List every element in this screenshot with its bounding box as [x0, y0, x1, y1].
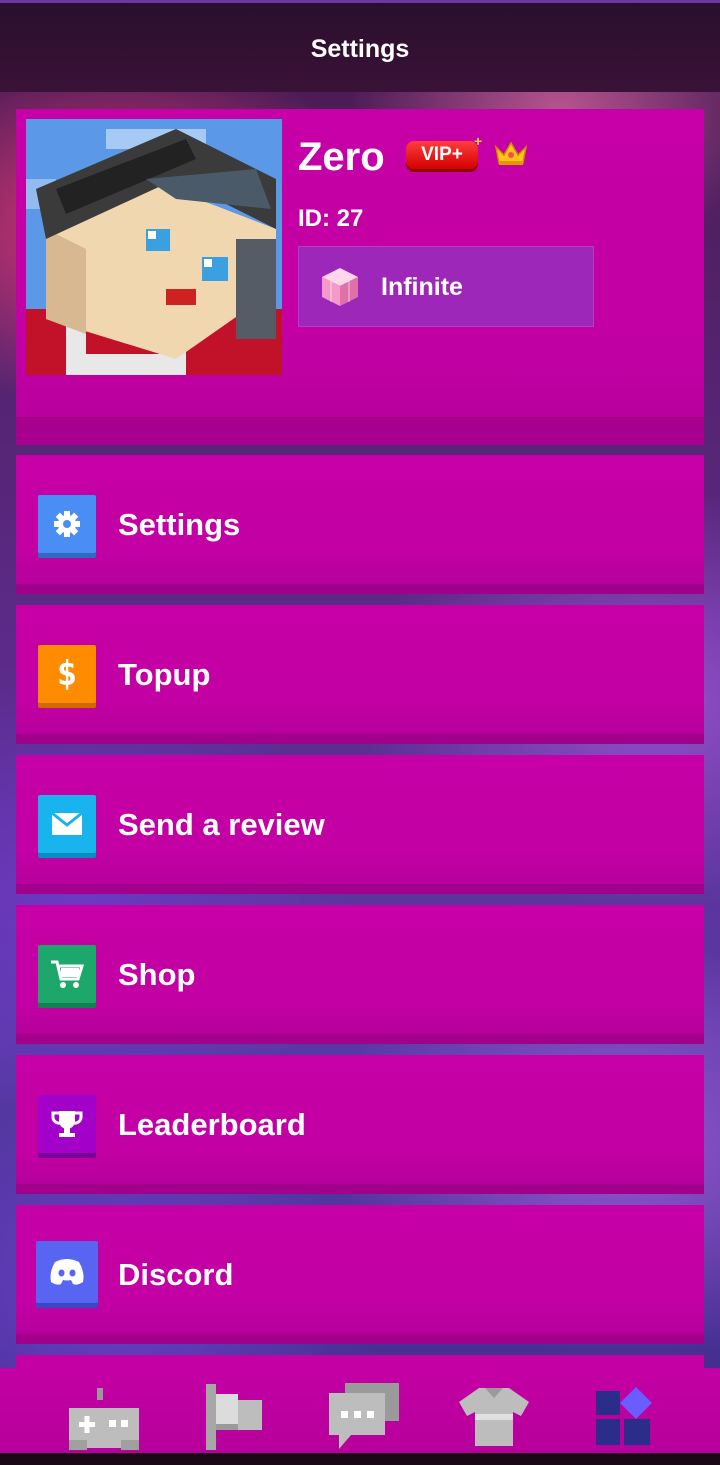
- top-bar: Settings: [0, 0, 720, 92]
- menu-item-label: Shop: [118, 957, 196, 992]
- menu-item-settings[interactable]: Settings: [16, 455, 704, 594]
- user-id: ID: 27: [298, 205, 364, 232]
- gamepad-icon: [69, 1387, 139, 1450]
- menu-item-label: Discord: [118, 1257, 234, 1292]
- vip-plus-star: +: [474, 133, 483, 149]
- trophy-icon: [38, 1095, 96, 1153]
- nav-tab-flag[interactable]: [162, 1368, 306, 1465]
- mail-icon: [38, 795, 96, 853]
- bottom-nav: [0, 1368, 720, 1465]
- currency-label: Infinite: [381, 273, 463, 301]
- menu-item-topup[interactable]: $ Topup: [16, 605, 704, 744]
- nav-tab-games[interactable]: [32, 1368, 176, 1465]
- dollar-icon: $: [38, 645, 96, 703]
- blocks-icon: [596, 1386, 652, 1445]
- username: Zero: [298, 135, 385, 179]
- nav-tab-outfit[interactable]: [422, 1368, 566, 1465]
- menu-item-label: Topup: [118, 657, 211, 692]
- flag-icon: [206, 1383, 262, 1450]
- menu-item-discord[interactable]: Discord: [16, 1205, 704, 1344]
- menu-item-send-review[interactable]: Send a review: [16, 755, 704, 894]
- shirt-icon: [459, 1387, 529, 1446]
- nav-tab-chat[interactable]: [292, 1368, 436, 1465]
- nav-tab-more[interactable]: [552, 1368, 696, 1465]
- pink-cube-icon: [322, 268, 358, 306]
- currency-box[interactable]: Infinite: [298, 246, 594, 327]
- chat-icon: [329, 1382, 399, 1449]
- menu-item-leaderboard[interactable]: Leaderboard: [16, 1055, 704, 1194]
- discord-icon: [36, 1241, 98, 1303]
- menu-item-label: Leaderboard: [118, 1107, 306, 1142]
- gear-icon: [38, 495, 96, 553]
- avatar[interactable]: [26, 119, 282, 375]
- cart-icon: [38, 945, 96, 1003]
- menu-item-label: Send a review: [118, 807, 325, 842]
- vip-badge: VIP+: [406, 141, 478, 169]
- page-title: Settings: [310, 35, 410, 63]
- crown-icon: [494, 141, 528, 165]
- menu-item-label: Settings: [118, 507, 241, 542]
- profile-card: Zero VIP+ + ID: 27 Infinite: [16, 109, 704, 445]
- nav-bottom-edge: [0, 1453, 720, 1465]
- menu-item-shop[interactable]: Shop: [16, 905, 704, 1044]
